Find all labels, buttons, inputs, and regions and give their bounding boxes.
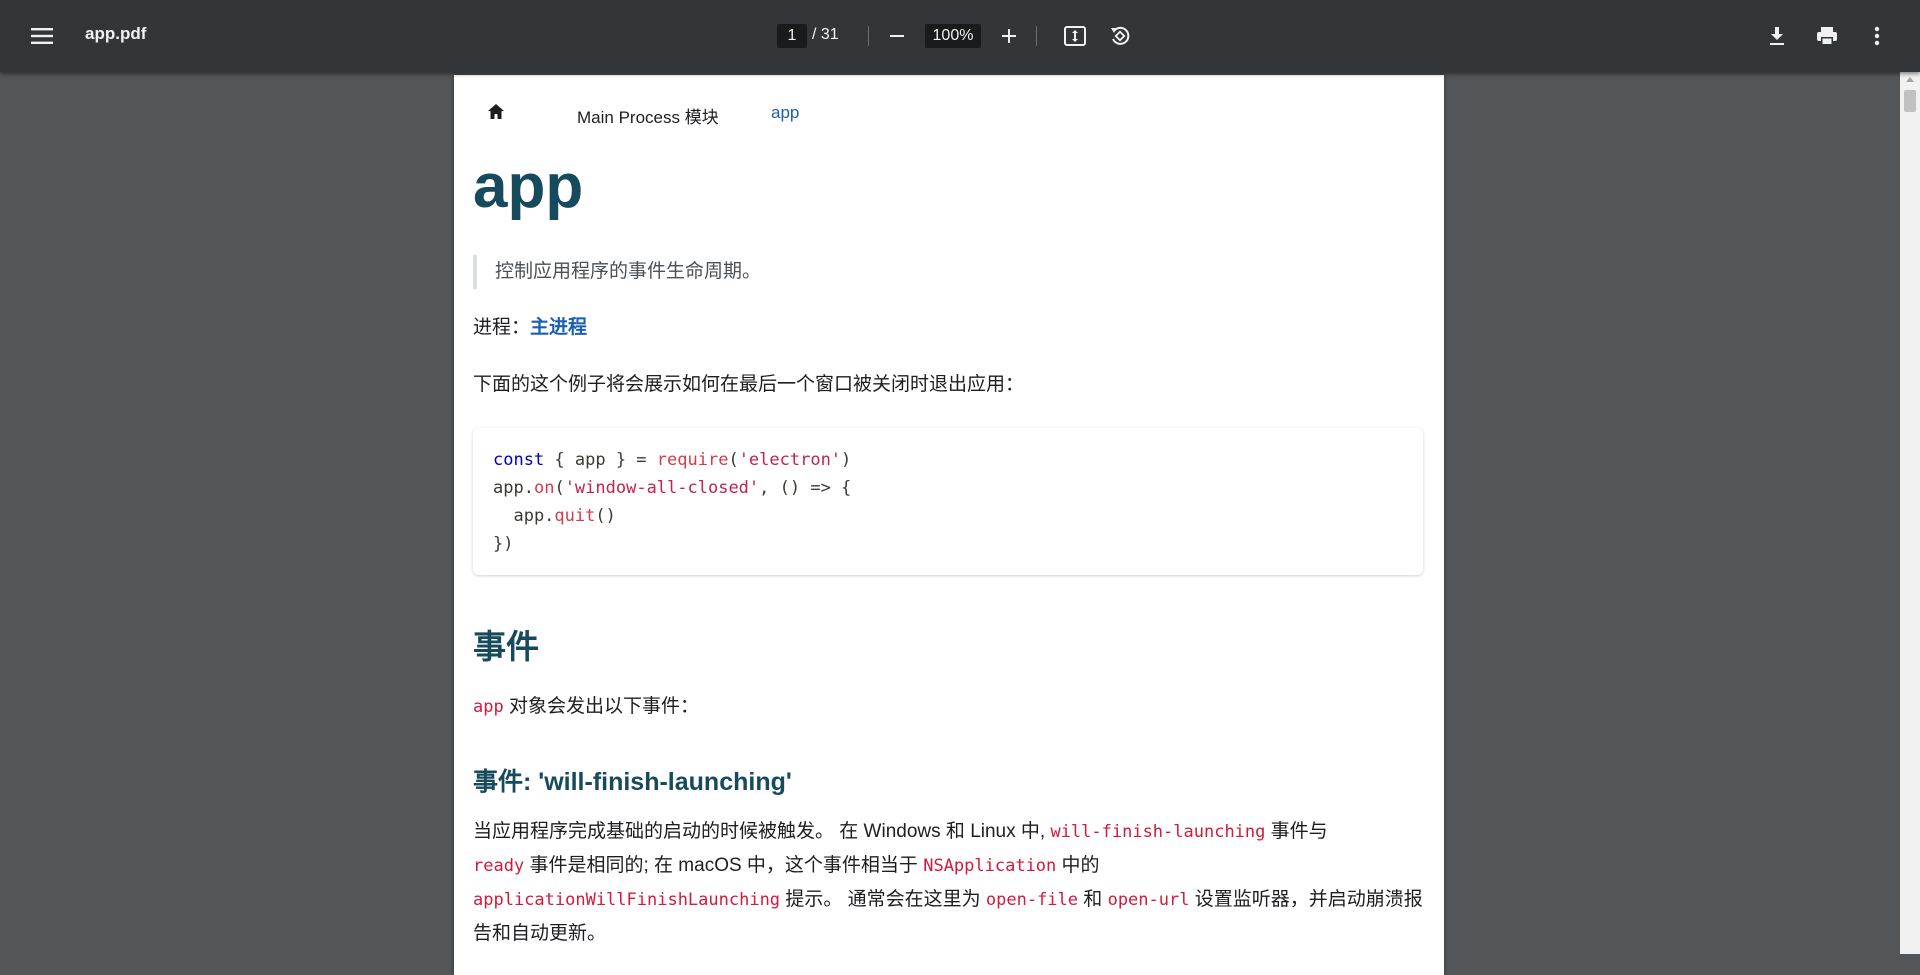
inline-code: ready [473,856,525,876]
download-icon [1768,26,1786,46]
inline-code: will-finish-launching [1050,822,1266,842]
breadcrumb-item-section[interactable]: Main Process 模块 [577,103,719,128]
fit-page-button[interactable] [1055,16,1095,56]
process-label: 进程： [473,317,531,338]
events-intro-text: 对象会发出以下事件： [503,696,699,717]
events-intro: app 对象会发出以下事件： [473,691,699,718]
inline-code: applicationWillFinishLaunching [473,890,781,910]
scrollbar-thumb[interactable] [1904,90,1916,112]
text-span: 提示。 通常会在这里为 [780,889,986,910]
document-title: app.pdf [85,24,147,43]
event-heading-will-finish-launching: 事件: 'will-finish-launching' [473,768,792,796]
process-link[interactable]: 主进程 [530,317,587,338]
print-button[interactable] [1807,16,1847,56]
more-options-button[interactable] [1857,16,1897,56]
vertical-scrollbar[interactable] [1900,72,1920,954]
toolbar-divider [1036,26,1037,46]
intro-paragraph: 下面的这个例子将会展示如何在最后一个窗口被关闭时退出应用： [473,374,1025,395]
scroll-up-arrow-icon[interactable] [1900,72,1920,88]
event-description: 当应用程序完成基础的启动的时候被触发。 在 Windows 和 Linux 中,… [473,815,1433,951]
minus-icon [889,28,905,44]
text-span: 中的 [1056,855,1100,876]
text-span: 事件是相同的; 在 macOS 中，这个事件相当于 [524,855,924,876]
rotate-button[interactable] [1100,16,1140,56]
process-line: 进程：主进程 [473,312,587,339]
page-total: / 31 [812,26,839,43]
code-block: const { app } = require('electron') app.… [473,428,1423,575]
inline-code: app [473,697,504,717]
plus-icon [1001,28,1017,44]
text-span: 当应用程序完成基础的启动的时候被触发。 在 Windows 和 Linux 中, [473,821,1051,842]
zoom-level-input[interactable]: 100% [925,24,981,48]
print-icon [1816,26,1838,46]
menu-icon [31,27,53,45]
inline-code: open-file [985,890,1079,910]
page-title: app [473,152,584,221]
pdf-page: Main Process 模块 app app 控制应用程序的事件生命周期。 进… [454,75,1444,975]
more-vert-icon [1874,26,1880,46]
download-button[interactable] [1757,16,1797,56]
text-span: 事件与 [1265,821,1328,842]
zoom-out-button[interactable] [877,16,917,56]
inline-code: open-url [1107,890,1190,910]
code-content: const { app } = require('electron') app.… [493,450,852,554]
zoom-in-button[interactable] [989,16,1029,56]
breadcrumb-item-current[interactable]: app [771,103,799,123]
page-number-input[interactable]: 1 [777,24,807,48]
menu-button[interactable] [22,16,62,56]
home-icon[interactable] [487,103,505,125]
inline-code: NSApplication [923,856,1057,876]
fit-page-icon [1064,26,1086,46]
pdf-toolbar: app.pdf 1 / 31 100% [0,0,1920,72]
rotate-icon [1109,25,1131,47]
toolbar-divider [868,26,869,46]
summary-quote: 控制应用程序的事件生命周期。 [473,255,761,289]
text-span: 和 [1078,889,1108,910]
events-heading: 事件 [473,628,539,665]
